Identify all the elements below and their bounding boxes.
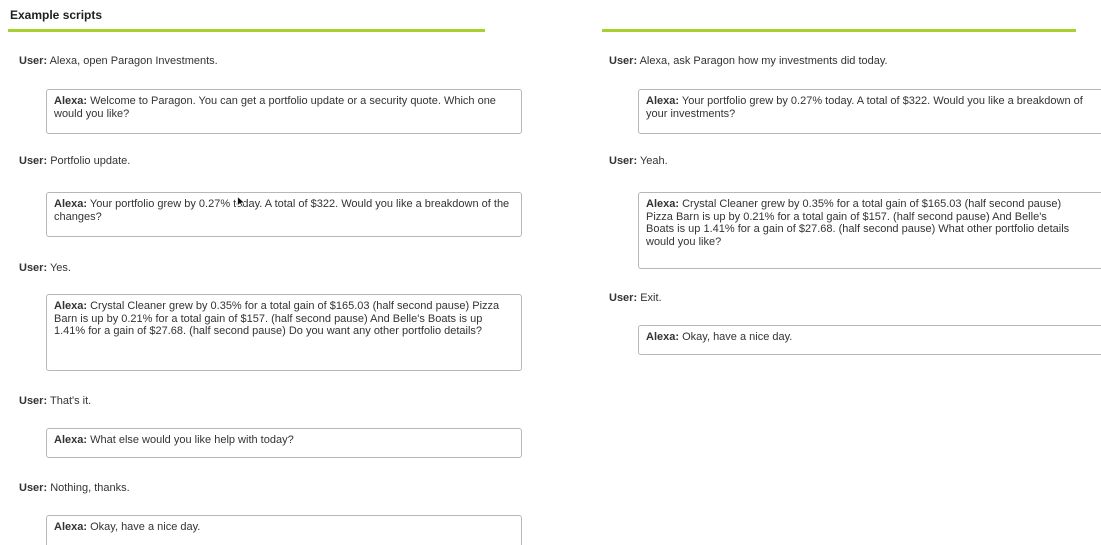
alexa-response-box: Alexa: Welcome to Paragon. You can get a…	[46, 89, 522, 134]
speaker-label: User:	[19, 262, 48, 274]
utterance-text: Alexa, ask Paragon how my investments di…	[639, 55, 888, 67]
response-text: Crystal Cleaner grew by 0.35% for a tota…	[646, 198, 1070, 248]
speaker-label: User:	[19, 155, 48, 167]
response-text: Crystal Cleaner grew by 0.35% for a tota…	[54, 300, 500, 337]
speaker-label: User:	[609, 292, 638, 304]
user-line: User: Nothing, thanks.	[19, 482, 130, 494]
alexa-response-box: Alexa: Crystal Cleaner grew by 0.35% for…	[638, 192, 1101, 269]
response-text: What else would you like help with today…	[90, 434, 294, 446]
alexa-response-box: Alexa: Crystal Cleaner grew by 0.35% for…	[46, 294, 522, 371]
response-text: Okay, have a nice day.	[90, 521, 201, 533]
speaker-label: Alexa:	[54, 300, 88, 312]
alexa-response-box: Alexa: What else would you like help wit…	[46, 428, 522, 458]
utterance-text: Exit.	[640, 292, 662, 304]
speaker-label: Alexa:	[646, 331, 680, 343]
utterance-text: Yes.	[49, 262, 71, 274]
speaker-label: User:	[19, 482, 48, 494]
response-text: Your portfolio grew by 0.27% today. A to…	[646, 95, 1083, 120]
utterance-text: That's it.	[49, 395, 92, 407]
user-line: User: Exit.	[609, 292, 662, 304]
utterance-text: Portfolio update.	[50, 155, 131, 167]
alexa-response-box: Alexa: Okay, have a nice day.	[638, 325, 1101, 355]
user-line: User: That's it.	[19, 395, 91, 407]
user-line: User: Alexa, ask Paragon how my investme…	[609, 55, 888, 67]
user-line: User: Portfolio update.	[19, 155, 130, 167]
speaker-label: Alexa:	[54, 95, 88, 107]
speaker-label: Alexa:	[646, 198, 680, 210]
speaker-label: Alexa:	[54, 198, 88, 210]
response-text: Your portfolio grew by 0.27% today. A to…	[54, 198, 510, 223]
utterance-text: Yeah.	[639, 155, 668, 167]
alexa-response-box: Alexa: Okay, have a nice day.	[46, 515, 522, 545]
alexa-response-box: Alexa: Your portfolio grew by 0.27% toda…	[46, 192, 522, 237]
section-divider-left	[8, 29, 485, 32]
page-title: Example scripts	[10, 8, 103, 22]
mouse-pointer-icon	[237, 196, 246, 208]
speaker-label: User:	[609, 55, 638, 67]
user-line: User: Alexa, open Paragon Investments.	[19, 55, 218, 67]
utterance-text: Nothing, thanks.	[50, 482, 130, 494]
user-line: User: Yeah.	[609, 155, 668, 167]
section-divider-right	[602, 29, 1076, 32]
speaker-label: Alexa:	[54, 521, 88, 533]
speaker-label: Alexa:	[54, 434, 88, 446]
speaker-label: User:	[19, 395, 48, 407]
speaker-label: Alexa:	[646, 95, 680, 107]
speaker-label: User:	[19, 55, 48, 67]
response-text: Welcome to Paragon. You can get a portfo…	[54, 95, 496, 120]
user-line: User: Yes.	[19, 262, 71, 274]
alexa-response-box: Alexa: Your portfolio grew by 0.27% toda…	[638, 89, 1101, 134]
response-text: Okay, have a nice day.	[682, 331, 793, 343]
speaker-label: User:	[609, 155, 638, 167]
utterance-text: Alexa, open Paragon Investments.	[49, 55, 218, 67]
